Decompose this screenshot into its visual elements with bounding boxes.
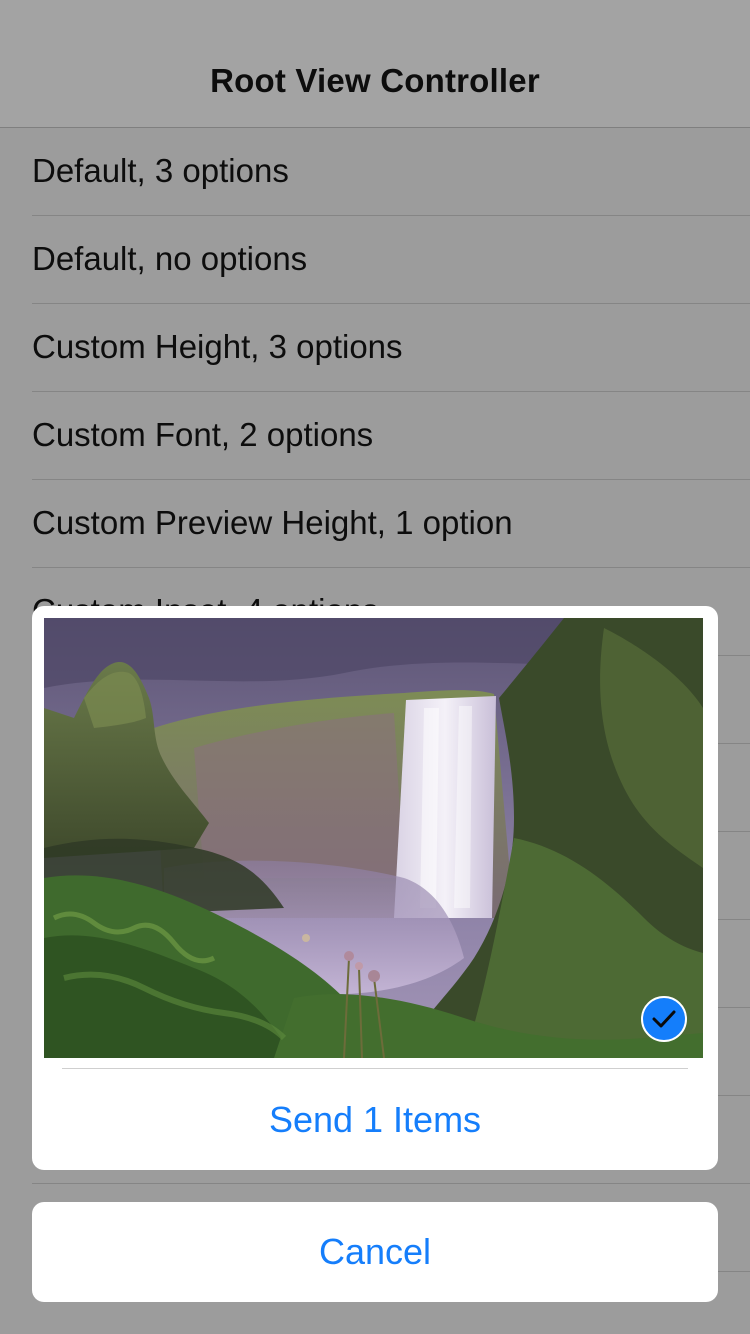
action-sheet-panel: Send 1 Items: [32, 606, 718, 1170]
table-row[interactable]: Default, no options: [0, 216, 750, 304]
cancel-button[interactable]: Cancel: [32, 1202, 718, 1302]
row-label: Default, no options: [32, 240, 308, 277]
table-row[interactable]: Default, 3 options: [0, 128, 750, 216]
row-label: Custom Preview Height, 1 option: [32, 504, 513, 541]
row-label: Default, 3 options: [32, 152, 289, 189]
table-row[interactable]: Custom Height, 3 options: [0, 304, 750, 392]
send-items-button[interactable]: Send 1 Items: [32, 1069, 718, 1170]
table-row[interactable]: Custom Font, 2 options: [0, 392, 750, 480]
checkmark-icon: [652, 1010, 676, 1028]
nav-title: Root View Controller: [210, 62, 540, 99]
row-label: Custom Font, 2 options: [32, 416, 374, 453]
row-label: Custom Height, 3 options: [32, 328, 403, 365]
table-row[interactable]: Custom Preview Height, 1 option: [0, 480, 750, 568]
navigation-bar: Root View Controller: [0, 0, 750, 128]
preview-photo[interactable]: [44, 618, 703, 1058]
selected-checkmark-icon[interactable]: [641, 996, 687, 1042]
